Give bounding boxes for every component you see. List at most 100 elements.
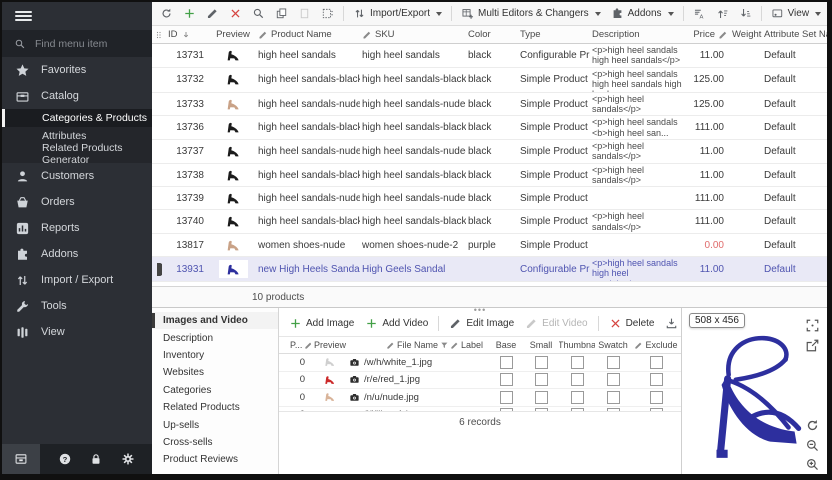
add-video-button[interactable]: Add Video <box>361 315 432 332</box>
product-row[interactable]: 13736high heel sandals-black-36high heel… <box>152 116 827 140</box>
product-row[interactable]: 13817women shoes-nudewomen shoes-nude-2p… <box>152 234 827 257</box>
sidebar-search-input[interactable] <box>33 37 137 51</box>
splitter-handle[interactable]: ••• <box>474 308 486 313</box>
sidebar-item-orders[interactable]: Orders <box>2 189 152 215</box>
sidebar-item-catalog[interactable]: Catalog <box>2 83 152 109</box>
product-row[interactable]: 13731high heel sandalshigh heel sandalsb… <box>152 44 827 68</box>
sidebar-item-view[interactable]: View <box>2 319 152 345</box>
tab-description[interactable]: Description <box>152 329 278 346</box>
thumbnail-checkbox[interactable] <box>571 391 584 404</box>
lock-icon[interactable] <box>89 452 103 466</box>
base-checkbox[interactable] <box>500 356 513 369</box>
swatch-checkbox[interactable] <box>607 373 620 386</box>
tab-images-and-video[interactable]: Images and Video <box>152 312 278 329</box>
sidebar-search[interactable] <box>2 30 152 57</box>
column-header-exclude[interactable]: Exclude <box>631 340 681 350</box>
column-header-sku[interactable]: SKU <box>360 29 466 40</box>
column-header-swatch[interactable]: Swatch <box>595 340 631 350</box>
base-checkbox[interactable] <box>500 373 513 386</box>
addons-menu[interactable]: Addons <box>607 5 678 22</box>
row-marker-column-header[interactable] <box>152 30 166 40</box>
rotate-icon[interactable] <box>805 418 820 433</box>
column-header-id[interactable]: ID <box>166 29 210 40</box>
sidebar-item-addons[interactable]: Addons <box>2 241 152 267</box>
tab-websites[interactable]: Websites <box>152 364 278 381</box>
tab-inventory[interactable]: Inventory <box>152 347 278 364</box>
thumbnail-checkbox[interactable] <box>571 356 584 369</box>
search-button[interactable] <box>248 5 269 22</box>
paste-button[interactable] <box>294 5 315 22</box>
product-row[interactable]: 13931new High Heels SandalsHigh Geels Sa… <box>152 257 827 282</box>
column-header-base[interactable]: Base <box>489 340 523 350</box>
column-header-preview[interactable]: Preview <box>311 340 349 350</box>
edit-video-button[interactable]: Edit Video <box>521 315 591 332</box>
edit-product-button[interactable] <box>202 5 223 22</box>
image-row[interactable]: 0/r/e/red_1.jpg <box>279 372 681 390</box>
column-header-weight[interactable]: Weight <box>730 29 762 40</box>
column-header-description[interactable]: Description <box>590 29 684 40</box>
swatch-checkbox[interactable] <box>607 391 620 404</box>
delete-product-button[interactable] <box>225 5 246 22</box>
exclude-checkbox[interactable] <box>650 356 663 369</box>
tab-cross-sells[interactable]: Cross-sells <box>152 434 278 451</box>
product-row[interactable]: 13738high heel sandals-black-37high heel… <box>152 164 827 188</box>
sidebar-item-customers[interactable]: Customers <box>2 163 152 189</box>
store-manager-button[interactable] <box>2 444 40 474</box>
column-header-preview[interactable]: Preview <box>210 29 256 40</box>
zoom-in-icon[interactable] <box>805 457 820 472</box>
paste-special-button[interactable] <box>317 5 338 22</box>
product-row[interactable]: 13739high heel sandals-nude-37high heel … <box>152 187 827 210</box>
gear-icon[interactable] <box>121 452 135 466</box>
column-header-price[interactable]: Price <box>684 29 730 40</box>
exclude-checkbox[interactable] <box>650 373 663 386</box>
help-icon[interactable] <box>58 452 72 466</box>
view-menu[interactable]: View <box>767 5 826 22</box>
column-header-attribute-set[interactable]: Attribute Set Name <box>762 29 827 40</box>
expand-tree-button[interactable] <box>712 5 733 22</box>
edit-image-button[interactable]: Edit Image <box>445 315 518 332</box>
image-row[interactable]: 0/w/h/white_1.jpg <box>279 354 681 372</box>
column-header-file-name[interactable]: File Name <box>349 340 439 350</box>
tab-up-sells[interactable]: Up-sells <box>152 416 278 433</box>
import-export-menu[interactable]: Import/Export <box>349 5 446 22</box>
refresh-button[interactable] <box>156 5 177 22</box>
fit-image-icon[interactable] <box>805 318 820 333</box>
base-checkbox[interactable] <box>500 391 513 404</box>
delete-image-button[interactable]: Delete <box>605 315 659 332</box>
file-name-filter[interactable] <box>439 341 449 350</box>
sidebar-item-related-products-generator[interactable]: Related Products Generator <box>2 145 152 163</box>
collapse-tree-button[interactable] <box>735 5 756 22</box>
column-header-color[interactable]: Color <box>466 29 518 40</box>
image-row[interactable]: 0/n/u/nude.jpg <box>279 389 681 407</box>
sidebar-item-reports[interactable]: Reports <box>2 215 152 241</box>
product-row[interactable]: 13732high heel sandals-blackhigh heel sa… <box>152 68 827 93</box>
sidebar-item-import-export[interactable]: Import / Export <box>2 267 152 293</box>
column-header-label[interactable]: Label <box>449 340 489 350</box>
zoom-out-icon[interactable] <box>805 438 820 453</box>
add-product-button[interactable] <box>179 5 200 22</box>
column-header-type[interactable]: Type <box>518 29 590 40</box>
add-image-button[interactable]: Add Image <box>285 315 358 332</box>
product-row[interactable]: 13737high heel sandals-nude-36high heel … <box>152 140 827 164</box>
small-checkbox[interactable] <box>535 391 548 404</box>
product-row[interactable]: 13733high heel sandals-nudehigh heel san… <box>152 93 827 117</box>
hamburger-menu-button[interactable] <box>2 2 152 30</box>
column-header-small[interactable]: Small <box>523 340 559 350</box>
column-header-position[interactable]: P... <box>289 340 311 350</box>
tab-product-reviews[interactable]: Product Reviews <box>152 451 278 468</box>
multi-editors-menu[interactable]: Multi Editors & Changers <box>457 5 605 22</box>
sidebar-item-tools[interactable]: Tools <box>2 293 152 319</box>
sidebar-item-categories-products[interactable]: Categories & Products <box>2 109 152 127</box>
small-checkbox[interactable] <box>535 356 548 369</box>
swatch-checkbox[interactable] <box>607 356 620 369</box>
small-checkbox[interactable] <box>535 373 548 386</box>
tab-related-products[interactable]: Related Products <box>152 399 278 416</box>
column-header-product-name[interactable]: Product Name <box>256 29 360 40</box>
thumbnail-checkbox[interactable] <box>571 373 584 386</box>
exclude-checkbox[interactable] <box>650 391 663 404</box>
open-external-icon[interactable] <box>805 338 820 353</box>
copy-button[interactable] <box>271 5 292 22</box>
sort-button[interactable] <box>689 5 710 22</box>
product-row[interactable]: 13740high heel sandals-black-38high heel… <box>152 210 827 234</box>
tab-categories[interactable]: Categories <box>152 382 278 399</box>
